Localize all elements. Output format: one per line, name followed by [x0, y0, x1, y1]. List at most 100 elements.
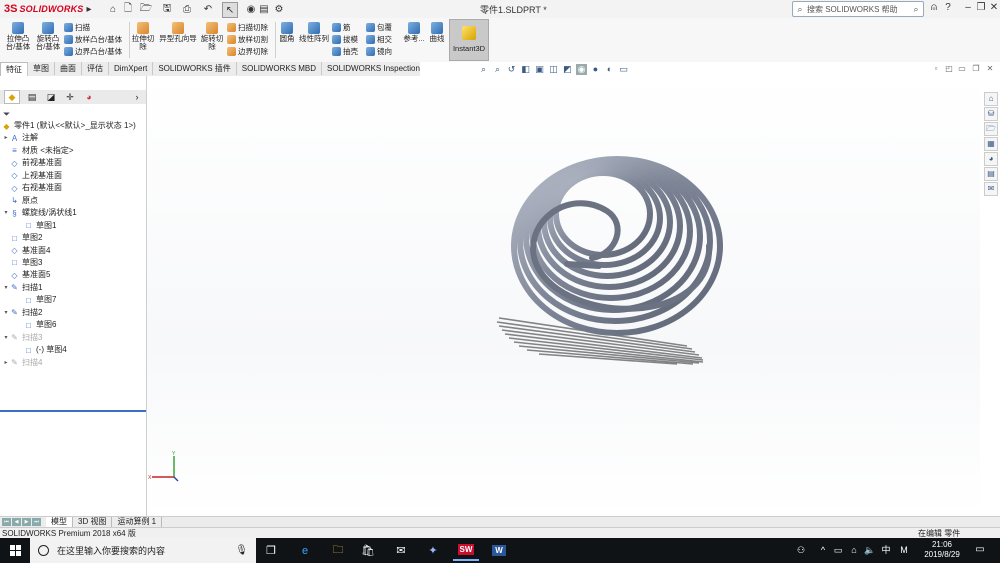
- file-explorer-icon[interactable]: 🗁: [984, 122, 998, 136]
- mirror-button[interactable]: 镜向: [366, 45, 400, 57]
- tree-item[interactable]: ◇ 上视基准面: [2, 170, 62, 182]
- instant3d-button[interactable]: Instant3D: [449, 19, 489, 61]
- solidworks-taskbar-icon[interactable]: SW: [453, 540, 479, 561]
- spring-model[interactable]: [147, 76, 980, 516]
- dimxpert-manager-tab-icon[interactable]: ✛: [63, 91, 77, 103]
- tab-6[interactable]: SOLIDWORKS MBD: [237, 62, 323, 75]
- tree-item[interactable]: ◇ 基准面5: [2, 269, 50, 281]
- help-search-input[interactable]: ⌕ 搜索 SOLIDWORKS 帮助 ⌕: [792, 1, 924, 17]
- view-palette-icon[interactable]: ▦: [984, 137, 998, 151]
- tree-expand-icon[interactable]: ▾: [2, 282, 10, 294]
- tree-item[interactable]: ◇ 前视基准面: [2, 157, 62, 169]
- sweep-boss-button[interactable]: 扫描: [64, 21, 128, 33]
- tab-3[interactable]: 评估: [82, 62, 109, 75]
- extrude-cut-button[interactable]: 拉伸切除: [131, 22, 155, 51]
- tree-item[interactable]: □ 草图2: [2, 232, 42, 244]
- hide-show-items-icon[interactable]: ◉: [576, 64, 587, 75]
- graphics-area[interactable]: [147, 76, 980, 516]
- app-icon[interactable]: ✦: [420, 540, 446, 561]
- action-center-icon[interactable]: ▭: [972, 542, 988, 558]
- tab-1[interactable]: 草图: [28, 62, 55, 75]
- people-icon[interactable]: ⚇: [794, 538, 808, 563]
- view-settings-icon[interactable]: ▭: [618, 64, 629, 75]
- design-library-icon[interactable]: ⛁: [984, 107, 998, 121]
- hole-wizard-button[interactable]: 异型孔向导: [157, 22, 199, 43]
- search-go-icon[interactable]: ⌕: [909, 4, 923, 15]
- wrap-button[interactable]: 包覆: [366, 21, 400, 33]
- tree-item[interactable]: ▾ ✎ 扫描1: [2, 282, 42, 294]
- doc-maximize-icon[interactable]: ❐: [971, 64, 981, 74]
- linear-pattern-button[interactable]: 线性阵列: [298, 22, 330, 43]
- print-icon[interactable]: ⎙: [180, 2, 194, 16]
- network-icon[interactable]: ⌂: [848, 538, 860, 563]
- tree-item[interactable]: ◇ 右视基准面: [2, 182, 62, 194]
- revolve-cut-button[interactable]: 旋转切除: [200, 22, 224, 51]
- tree-item[interactable]: ▾ ✎ 扫描3: [2, 332, 42, 344]
- undo-icon[interactable]: ↶: [201, 2, 215, 16]
- tree-item[interactable]: □ 草图6: [16, 319, 56, 331]
- shell-button[interactable]: 抽壳: [332, 45, 366, 57]
- tree-item[interactable]: ▾ ✎ 扫描2: [2, 307, 42, 319]
- rollback-bar[interactable]: [0, 410, 146, 412]
- tree-item[interactable]: □ 草图7: [16, 294, 56, 306]
- last-tab-icon[interactable]: ⏭: [32, 518, 41, 526]
- tab-2[interactable]: 曲面: [55, 62, 82, 75]
- next-tab-icon[interactable]: ▶: [22, 518, 31, 526]
- model-tab-2[interactable]: 运动算例 1: [112, 517, 163, 527]
- taskbar-search-box[interactable]: 在这里输入你要搜索的内容 🎙: [30, 538, 256, 563]
- tab-5[interactable]: SOLIDWORKS 插件: [153, 62, 237, 75]
- configuration-manager-tab-icon[interactable]: ◪: [44, 91, 58, 103]
- tree-item[interactable]: ◇ 基准面4: [2, 245, 50, 257]
- custom-properties-icon[interactable]: ▤: [984, 167, 998, 181]
- model-tab-1[interactable]: 3D 视图: [73, 517, 113, 527]
- help-icon[interactable]: ?: [942, 2, 954, 16]
- dynamic-annotation-icon[interactable]: ▣: [534, 64, 545, 75]
- doc-restore-icon[interactable]: ▭: [957, 64, 967, 74]
- view-orientation-icon[interactable]: ◫: [548, 64, 559, 75]
- curves-button[interactable]: 曲线: [426, 22, 448, 43]
- filter-icon[interactable]: ⏷: [3, 109, 10, 120]
- user-icon[interactable]: ⍝: [928, 2, 940, 16]
- battery-icon[interactable]: ▭: [832, 538, 844, 563]
- file-explorer-taskbar-icon[interactable]: 🗀: [325, 540, 351, 561]
- ime-mode-indicator[interactable]: M: [898, 538, 910, 563]
- tree-expand-icon[interactable]: ▾: [2, 207, 10, 219]
- reference-geometry-button[interactable]: 参考...: [402, 22, 426, 43]
- tree-item[interactable]: □ 草图3: [2, 257, 42, 269]
- property-manager-tab-icon[interactable]: ▤: [25, 91, 39, 103]
- ime-indicator[interactable]: 中: [880, 538, 892, 563]
- tree-item[interactable]: □ (-) 草图4: [16, 344, 67, 356]
- save-icon[interactable]: 🖫: [160, 2, 174, 16]
- tree-item[interactable]: ≡ 材质 <未指定>: [2, 145, 73, 157]
- forum-icon[interactable]: ✉: [984, 182, 998, 196]
- feature-manager-tab-icon[interactable]: ◆: [4, 90, 20, 104]
- edge-browser-icon[interactable]: e: [292, 540, 318, 561]
- taskbar-clock[interactable]: 21:06 2019/8/29: [914, 540, 970, 560]
- section-view-icon[interactable]: ◧: [520, 64, 531, 75]
- start-button[interactable]: [0, 538, 30, 563]
- lofted-cut-button[interactable]: 放样切割: [227, 33, 275, 45]
- loft-boss-button[interactable]: 放样凸台/基体: [64, 33, 128, 45]
- edit-appearance-icon[interactable]: ●: [590, 64, 601, 75]
- new-document-icon[interactable]: 🗋: [121, 2, 135, 16]
- prev-tab-icon[interactable]: ◀: [12, 518, 21, 526]
- mail-icon[interactable]: ✉: [388, 540, 414, 561]
- appearances-scenes-icon[interactable]: ◕: [984, 152, 998, 166]
- home-icon[interactable]: ⌂: [106, 2, 120, 16]
- doc-minimize-icon[interactable]: ▫: [931, 64, 941, 74]
- rebuild-icon[interactable]: ◉: [244, 2, 258, 16]
- doc-tile-icon[interactable]: ◰: [944, 64, 954, 74]
- volume-icon[interactable]: 🔈: [864, 538, 876, 563]
- tree-expand-icon[interactable]: ▾: [2, 307, 10, 319]
- rib-button[interactable]: 筋: [332, 21, 366, 33]
- select-cursor-icon[interactable]: ↖: [222, 2, 238, 18]
- tree-item[interactable]: ▸ ✎ 扫描4: [2, 357, 42, 369]
- draft-button[interactable]: 拔模: [332, 33, 366, 45]
- doc-close-icon[interactable]: ✕: [985, 64, 995, 74]
- extrude-boss-button[interactable]: 拉伸凸台/基体: [3, 22, 33, 51]
- tree-item[interactable]: □ 草图1: [16, 220, 56, 232]
- tree-expand-icon[interactable]: ▸: [2, 132, 10, 144]
- model-tab-0[interactable]: 模型: [46, 517, 73, 527]
- minimize-icon[interactable]: –: [962, 2, 974, 16]
- apply-scene-icon[interactable]: ◐: [604, 64, 615, 75]
